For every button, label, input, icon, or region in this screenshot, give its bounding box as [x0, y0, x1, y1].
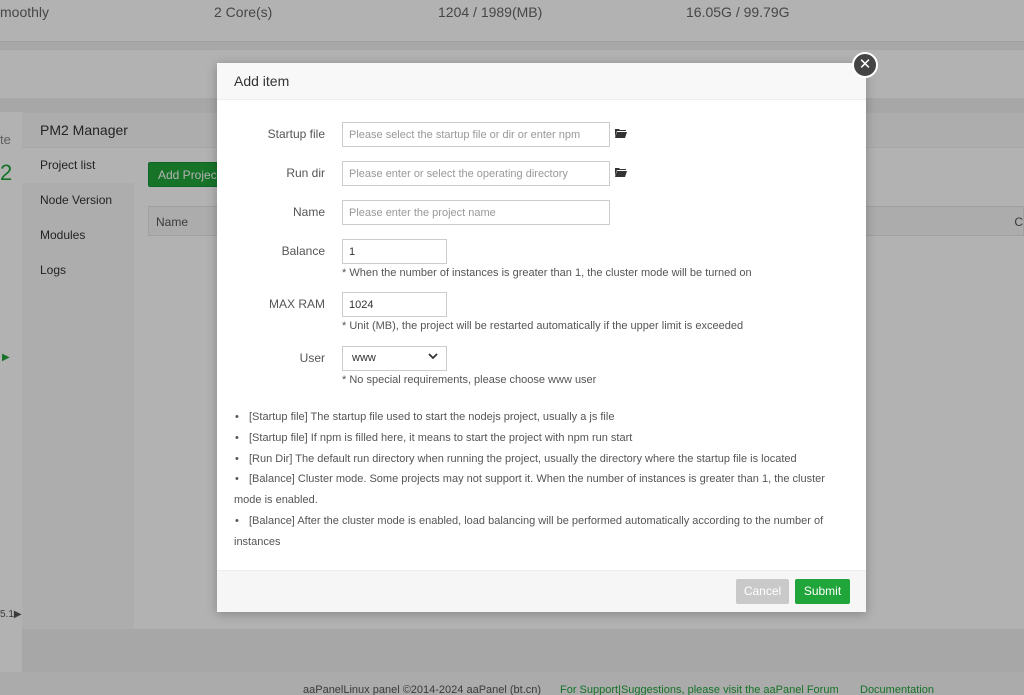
chevron-down-icon — [428, 353, 438, 360]
user-select[interactable]: www — [342, 346, 447, 371]
note-item: • [Startup file] If npm is filled here, i… — [235, 431, 633, 444]
user-hint: * No special requirements, please choose… — [342, 374, 597, 386]
run-dir-label: Run dir — [286, 166, 325, 180]
max-ram-label: MAX RAM — [268, 297, 325, 311]
note-item: • [Balance] Cluster mode. Some projects m… — [234, 473, 825, 507]
close-icon[interactable]: ✕ — [852, 52, 878, 78]
note-item: • [Startup file] The startup file used to… — [235, 411, 615, 423]
folder-icon[interactable] — [615, 167, 627, 177]
note-item: • [Run Dir] The default run directory whe… — [235, 452, 797, 465]
add-item-dialog: Add item ✕ Startup file Run dir Name Bal… — [217, 52, 878, 612]
max-ram-input[interactable] — [342, 292, 447, 317]
note-item: • [Balance] After the cluster mode is ena… — [234, 514, 824, 548]
submit-button[interactable]: Submit — [795, 579, 850, 604]
dialog-title: Add item — [217, 63, 866, 100]
cancel-button[interactable]: Cancel — [736, 579, 789, 604]
folder-icon[interactable] — [615, 128, 627, 138]
project-name-input[interactable] — [342, 200, 610, 225]
max-ram-hint: * Unit (MB), the project will be restart… — [342, 320, 744, 332]
startup-file-label: Startup file — [267, 127, 325, 141]
balance-hint: * When the number of instances is greate… — [342, 267, 752, 279]
startup-file-input[interactable] — [342, 122, 610, 147]
user-label: User — [299, 351, 325, 365]
help-notes: • [Startup file] The startup file used to… — [234, 407, 849, 553]
user-select-value: www — [352, 352, 376, 364]
run-dir-input[interactable] — [342, 161, 610, 186]
name-label: Name — [292, 205, 325, 219]
dialog-footer: Cancel Submit — [217, 570, 866, 612]
balance-label: Balance — [281, 244, 325, 258]
balance-input[interactable] — [342, 239, 447, 264]
